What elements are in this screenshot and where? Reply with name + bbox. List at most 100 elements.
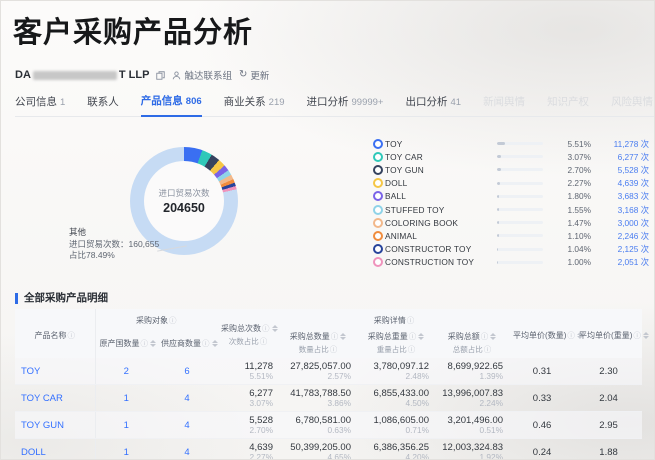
info-icon[interactable]: ⓘ xyxy=(331,332,339,341)
cell-percent: 2.57% xyxy=(327,371,351,381)
legend-item-toy-car[interactable]: TOY CAR 3.07% 6,277 次 xyxy=(373,150,649,163)
tab-label: 公司信息 xyxy=(15,96,57,108)
tab-count: 99999+ xyxy=(351,97,384,108)
legend-percent: 1.10% xyxy=(567,230,591,241)
legend-percent: 1.47% xyxy=(567,217,591,228)
origin-count-link[interactable]: 2 xyxy=(95,358,157,385)
col-header-total-amount[interactable]: 采购总额ⓘ 总额占比ⓘ xyxy=(435,328,510,358)
col-header-origin-count[interactable]: 原产国数量ⓘ xyxy=(95,328,157,358)
cell-percent: 1.39% xyxy=(479,371,504,381)
product-link[interactable]: TOY GUN xyxy=(15,411,96,439)
legend-item-animal[interactable]: ANIMAL 1.10% 2,246 次 xyxy=(373,229,649,242)
sort-icon[interactable] xyxy=(490,333,497,341)
tab-公司信息[interactable]: 公司信息 1 xyxy=(15,94,65,116)
tab-label: 新闻舆情 xyxy=(483,96,526,108)
info-icon[interactable]: ⓘ xyxy=(408,345,416,354)
info-icon[interactable]: ⓘ xyxy=(484,345,492,354)
legend-label: TOY GUN xyxy=(385,164,424,175)
info-icon[interactable]: ⓘ xyxy=(407,316,415,325)
col-header-avg-price-weight[interactable]: 平均单价(重量)ⓘ xyxy=(575,309,649,358)
tab-风险舆情[interactable]: 风险舆情 xyxy=(611,94,653,116)
tab-产品信息[interactable]: 产品信息 806 xyxy=(140,93,202,117)
info-icon[interactable]: ⓘ xyxy=(567,331,575,340)
cell-percent: 2.48% xyxy=(405,371,429,381)
legend-item-ball[interactable]: BALL 1.80% 3,683 次 xyxy=(373,190,649,203)
contact-group-button[interactable]: 触达联系组 xyxy=(172,68,232,82)
info-icon[interactable]: ⓘ xyxy=(330,345,338,354)
refresh-button[interactable]: ↻ 更新 xyxy=(239,68,269,83)
tab-出口分析[interactable]: 出口分析 41 xyxy=(405,94,461,116)
avg-price-qty: 0.33 xyxy=(509,384,576,412)
tab-count: 219 xyxy=(268,97,285,108)
legend-dot-icon xyxy=(373,217,383,228)
info-icon[interactable]: ⓘ xyxy=(260,337,268,346)
legend-item-doll[interactable]: DOLL 2.27% 4,639 次 xyxy=(373,177,649,190)
legend-dot-icon xyxy=(373,178,383,189)
info-icon[interactable]: ⓘ xyxy=(409,332,417,341)
sort-icon[interactable] xyxy=(642,331,649,339)
info-icon[interactable]: ⓘ xyxy=(202,339,210,348)
info-icon[interactable]: ⓘ xyxy=(262,324,270,333)
table-row-doll: DOLL 1 4 4,639 2.27% 50,399,205.00 4.65% 6,386,… xyxy=(15,438,643,460)
legend-label: CONSTRUCTOR TOY xyxy=(385,244,472,255)
legend-item-coloring-book[interactable]: COLORING BOOK 1.47% 3,000 次 xyxy=(373,216,649,229)
legend-percent: 5.51% xyxy=(567,138,591,149)
info-icon[interactable]: ⓘ xyxy=(68,331,76,340)
tab-联系人[interactable]: 联系人 xyxy=(87,94,119,116)
sort-icon[interactable] xyxy=(340,333,347,341)
sort-icon[interactable] xyxy=(271,325,278,333)
origin-count-link[interactable]: 1 xyxy=(95,384,157,412)
legend-item-toy-gun[interactable]: TOY GUN 2.70% 5,528 次 xyxy=(373,163,649,176)
tab-知识产权[interactable]: 知识产权 xyxy=(547,94,589,116)
tab-进口分析[interactable]: 进口分析 99999+ xyxy=(307,94,384,116)
legend-item-construction-toy[interactable]: CONSTRUCTION TOY 1.00% 2,051 次 xyxy=(373,256,649,269)
product-link[interactable]: DOLL xyxy=(15,438,96,459)
legend-item-toy[interactable]: TOY 5.51% 11,278 次 xyxy=(373,137,649,150)
legend-percent: 3.07% xyxy=(567,151,591,162)
col-header-total-weight[interactable]: 采购总重量ⓘ 重量占比ⓘ xyxy=(357,328,435,358)
col-header-avg-price-qty[interactable]: 平均单价(数量)ⓘ xyxy=(509,309,583,358)
sort-icon[interactable] xyxy=(150,339,156,347)
legend-ratio-bar xyxy=(497,221,543,225)
supplier-count-link[interactable]: 4 xyxy=(157,384,217,412)
legend-dot-icon xyxy=(373,191,383,202)
tab-label: 出口分析 xyxy=(405,96,448,108)
info-icon[interactable]: ⓘ xyxy=(169,316,177,325)
sort-icon[interactable] xyxy=(211,339,218,347)
legend-label: BALL xyxy=(385,191,407,202)
origin-count-link[interactable]: 1 xyxy=(95,411,157,439)
avg-price-qty: 0.24 xyxy=(509,438,576,459)
tab-count: 806 xyxy=(185,96,202,107)
col-header-total-times[interactable]: 采购总次数ⓘ 次数占比ⓘ xyxy=(217,309,279,358)
origin-count-link[interactable]: 1 xyxy=(95,438,157,459)
table-row-toy-gun: TOY GUN 1 4 5,528 2.70% 6,780,581.00 0.63% 1,08… xyxy=(15,411,643,439)
supplier-count-link[interactable]: 4 xyxy=(157,438,217,459)
tab-label: 产品信息 xyxy=(140,95,183,107)
legend-item-stuffed-toy[interactable]: STUFFED TOY 1.55% 3,168 次 xyxy=(373,203,649,216)
product-link[interactable]: TOY CAR xyxy=(15,384,96,412)
cell-percent: 0.63% xyxy=(327,425,351,435)
col-header-total-qty[interactable]: 采购总数量ⓘ 数量占比ⓘ xyxy=(279,328,357,358)
chart-tooltip: 其他 进口贸易次数：160,655 占比78.49% xyxy=(69,227,159,262)
supplier-count-link[interactable]: 6 xyxy=(157,358,217,385)
sort-icon[interactable] xyxy=(418,333,425,341)
tab-count: 41 xyxy=(450,97,462,108)
company-name-redacted xyxy=(32,70,117,80)
table-row-toy-car: TOY CAR 1 4 6,277 3.07% 41,783,788.50 3.86% 6,8… xyxy=(15,384,643,412)
col-header-supplier-count[interactable]: 供应商数量ⓘ xyxy=(157,328,218,358)
tab-新闻舆情[interactable]: 新闻舆情 xyxy=(483,94,525,116)
legend-count: 2,246 次 xyxy=(617,230,649,241)
tab-商业关系[interactable]: 商业关系 219 xyxy=(224,94,285,116)
legend-ratio-bar xyxy=(497,142,543,146)
copy-company-name-button[interactable] xyxy=(156,70,166,80)
info-icon[interactable]: ⓘ xyxy=(633,331,641,340)
legend-item-constructor-toy[interactable]: CONSTRUCTOR TOY 1.04% 2,125 次 xyxy=(373,243,649,256)
customer-purchase-analysis-page: 客户采购产品分析 DA T LLP 触达联系组 ↻ 更新 公司信息 1 联系人 产品信… xyxy=(0,0,655,460)
supplier-count-link[interactable]: 4 xyxy=(157,411,217,439)
info-icon[interactable]: ⓘ xyxy=(141,339,149,348)
tooltip-series-name: 其他 xyxy=(69,227,87,237)
cell-percent: 4.20% xyxy=(405,452,429,460)
product-link[interactable]: TOY xyxy=(15,358,96,385)
info-icon[interactable]: ⓘ xyxy=(481,332,489,341)
company-row: DA T LLP 触达联系组 ↻ 更新 xyxy=(15,67,269,83)
